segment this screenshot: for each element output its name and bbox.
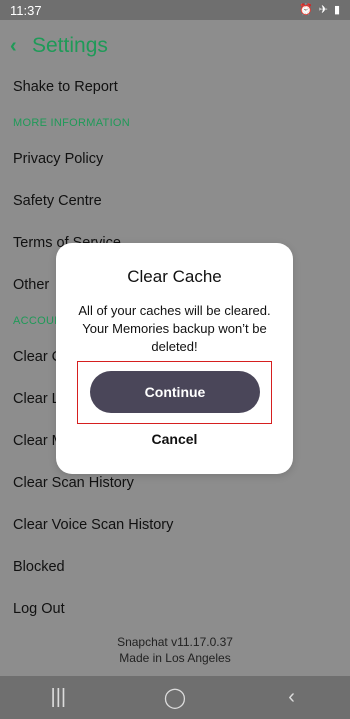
back-icon[interactable]: ‹ <box>262 686 322 709</box>
system-nav-bar: ||| ◯ ‹ <box>0 676 350 719</box>
cancel-button[interactable]: Cancel <box>56 431 293 447</box>
chevron-left-icon[interactable]: ‹ <box>10 35 32 58</box>
home-icon[interactable]: ◯ <box>145 685 205 710</box>
dialog-message: All of your caches will be cleared. Your… <box>78 303 271 354</box>
settings-item[interactable]: Log Out <box>0 588 350 630</box>
clear-cache-dialog: Clear Cache All of your caches will be c… <box>56 243 293 474</box>
alarm-icon: ⏰ <box>299 3 313 16</box>
continue-button[interactable]: Continue <box>90 371 260 413</box>
status-time: 11:37 <box>10 2 42 18</box>
app-footer: Snapchat v11.17.0.37 Made in Los Angeles <box>0 634 350 666</box>
recent-apps-icon[interactable]: ||| <box>28 686 88 709</box>
page-title: Settings <box>32 34 108 57</box>
status-icons: ⏰ ✈ ▮ <box>299 3 340 16</box>
made-in-text: Made in Los Angeles <box>119 651 231 665</box>
settings-item[interactable]: Shake to Report <box>0 66 350 108</box>
settings-item[interactable]: Privacy Policy <box>0 138 350 180</box>
status-bar: 11:37 ⏰ ✈ ▮ <box>0 0 350 20</box>
dialog-title: Clear Cache <box>127 267 222 286</box>
settings-item[interactable]: Safety Centre <box>0 180 350 222</box>
battery-icon: ▮ <box>333 3 340 16</box>
airplane-icon: ✈ <box>318 3 328 16</box>
version-text: Snapchat v11.17.0.37 <box>117 635 233 649</box>
settings-item[interactable]: Blocked <box>0 546 350 588</box>
section-header: MORE INFORMATION <box>13 117 131 129</box>
settings-header: ‹ Settings <box>0 28 350 64</box>
settings-item[interactable]: Clear Voice Scan History <box>0 504 350 546</box>
